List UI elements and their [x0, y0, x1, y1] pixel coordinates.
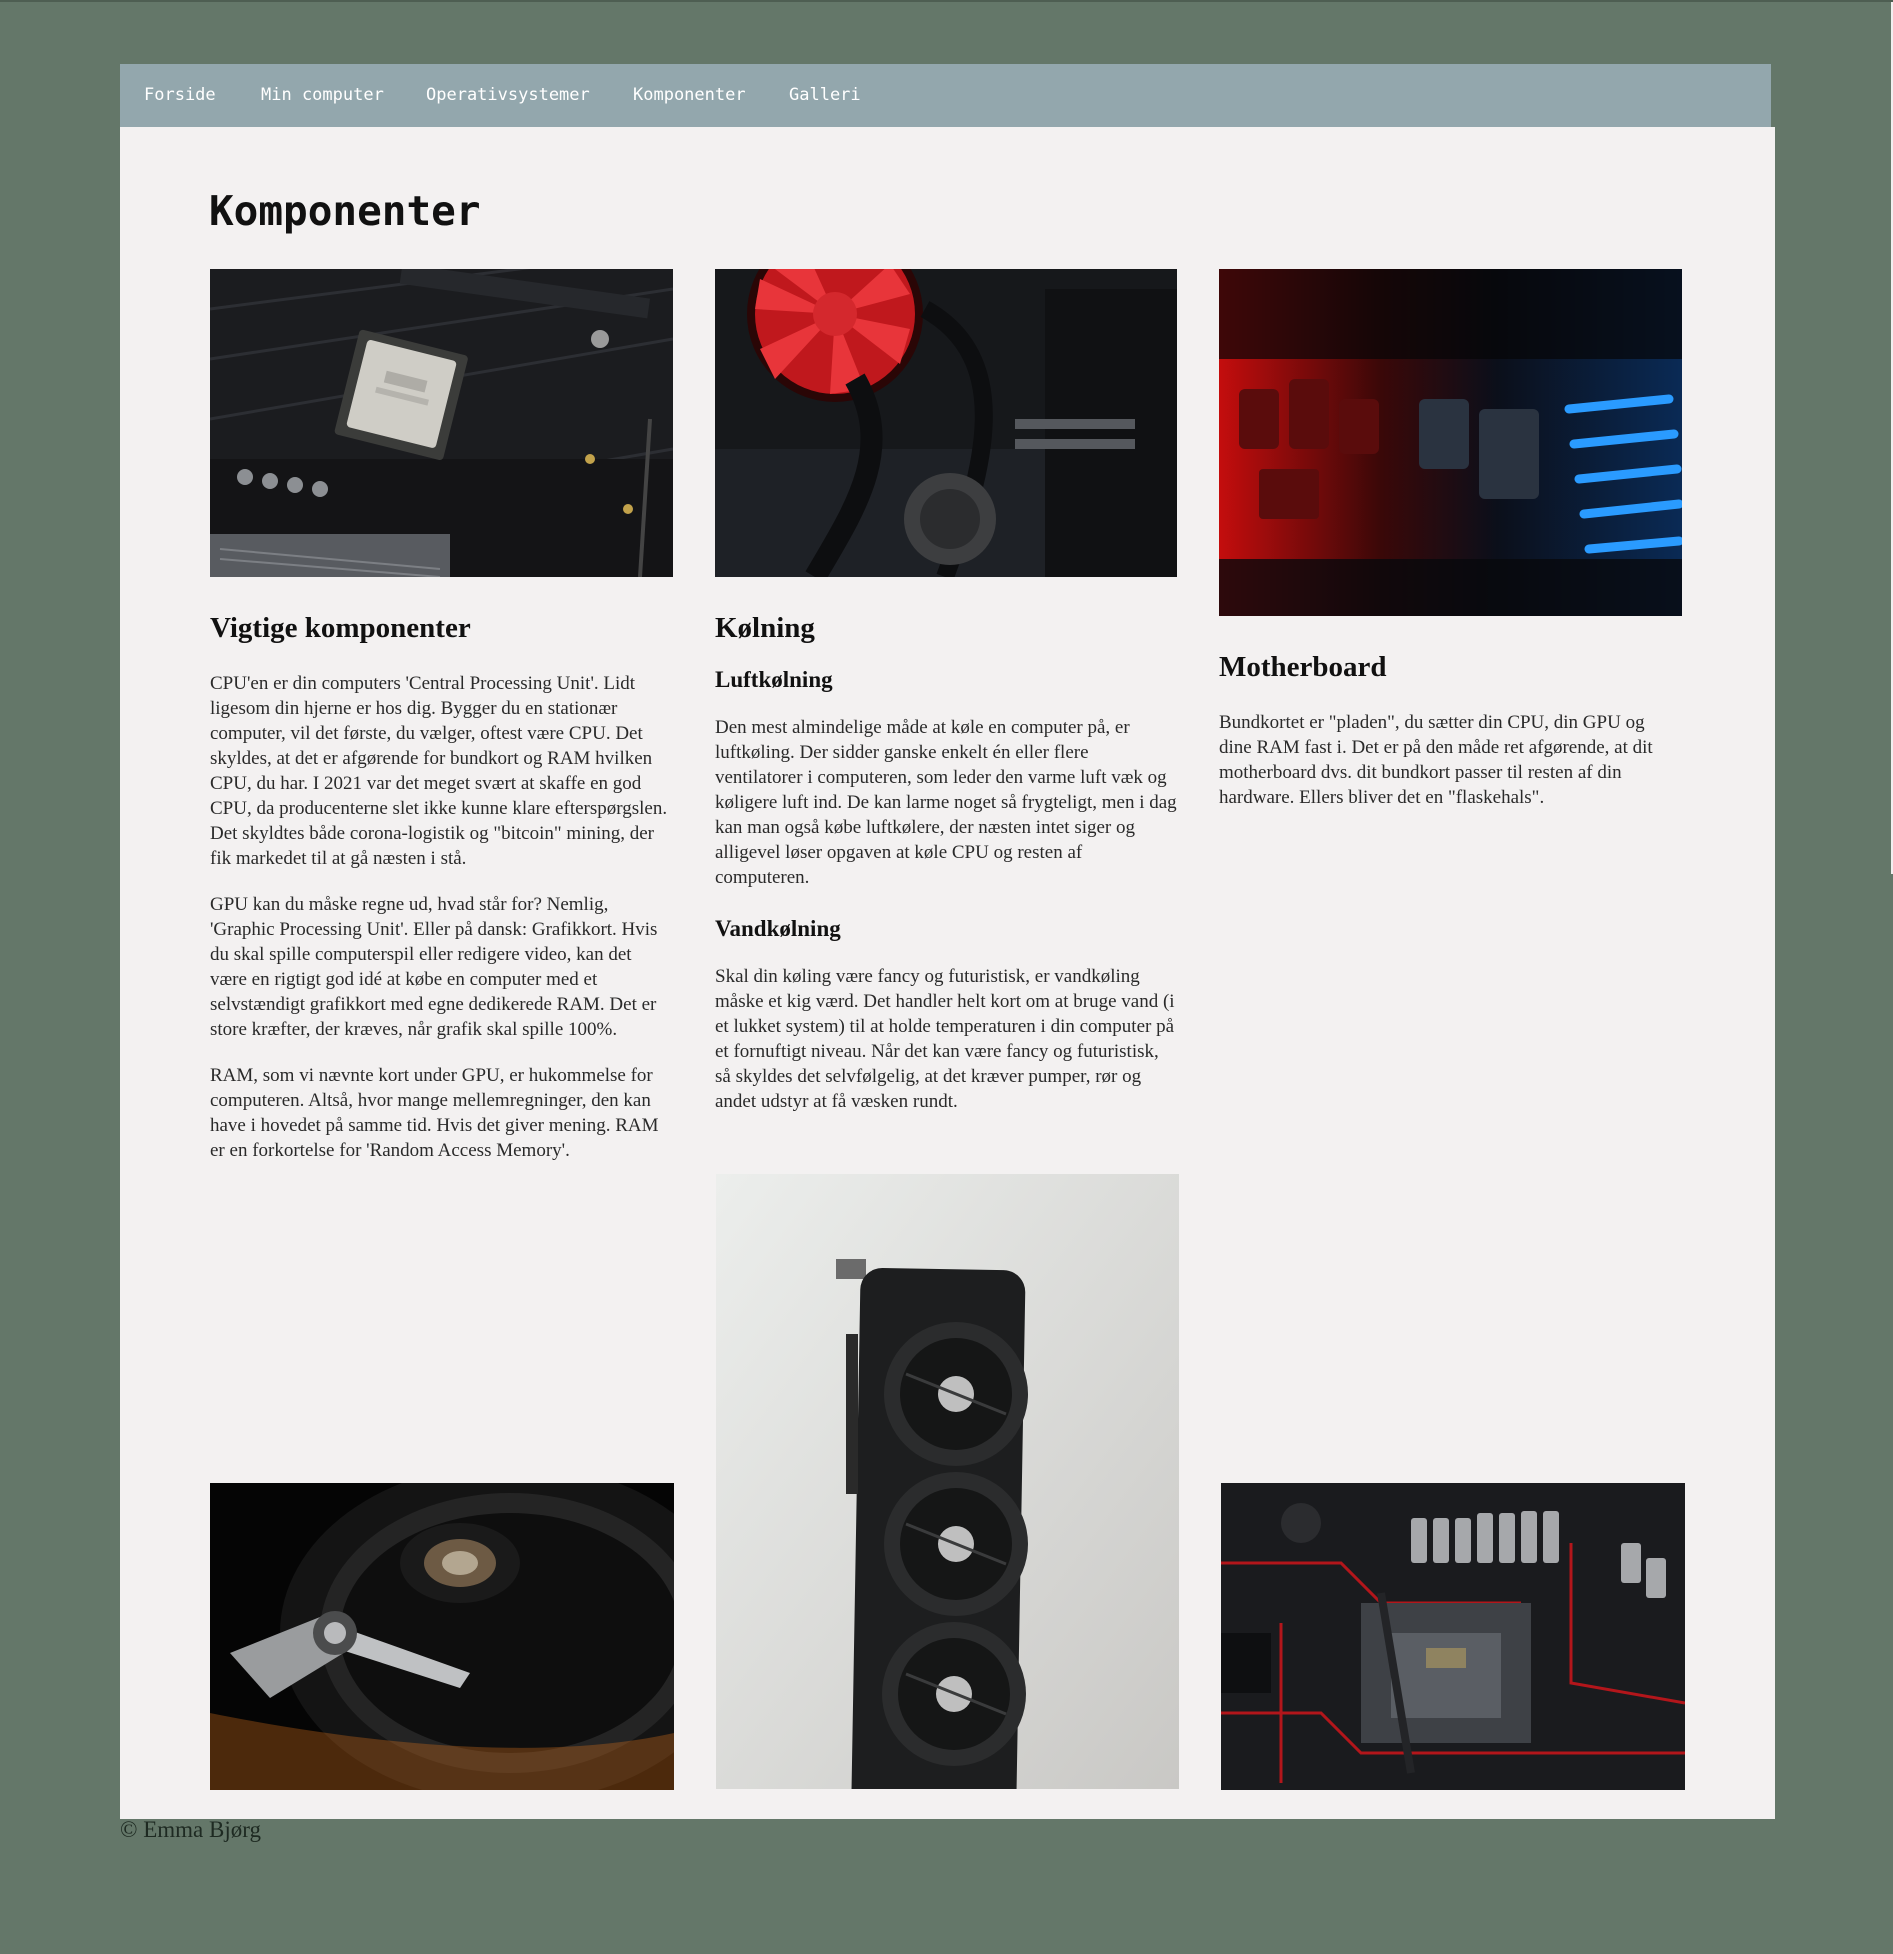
cpu-socket-photo: [1221, 1483, 1685, 1790]
paragraph-gpu: GPU kan du måske regne ud, hvad står for…: [210, 894, 658, 1040]
subheading-luftkolning: Luftkølning: [715, 667, 833, 692]
column-motherboard: Motherboard Bundkortet er "pladen", du s…: [1219, 651, 1681, 810]
cooling-fan-photo: [715, 269, 1177, 577]
paragraph-vandkolning: Skal din køling være fancy og futuristis…: [715, 966, 1175, 1112]
motherboard-photo: [1219, 269, 1682, 616]
main-nav: Forside Min computer Operativsystemer Ko…: [120, 64, 1771, 127]
hard-drive-photo: [210, 1483, 674, 1790]
paragraph-cpu: CPU'en er din computers 'Central Process…: [210, 673, 668, 869]
nav-item-galleri[interactable]: Galleri: [789, 64, 861, 127]
column-vigtige: Vigtige komponenter CPU'en er din comput…: [210, 612, 672, 1163]
page-title: Komponenter: [209, 187, 481, 235]
nav-item-komponenter[interactable]: Komponenter: [633, 64, 746, 127]
column-kolning: Kølning Luftkølning Den mest almindelige…: [715, 612, 1177, 1114]
paragraph-motherboard: Bundkortet er "pladen", du sætter din CP…: [1219, 712, 1653, 808]
main-content: Komponenter Vigtige komponenter CPU'en e…: [120, 127, 1775, 1819]
graphics-card-photo: [716, 1174, 1179, 1789]
cpu-photo: [210, 269, 673, 577]
section-heading-kolning: Kølning: [715, 612, 815, 644]
nav-item-operativsystemer[interactable]: Operativsystemer: [426, 64, 590, 127]
paragraph-luftkolning: Den mest almindelige måde at køle en com…: [715, 717, 1177, 888]
top-border: [0, 0, 1893, 2]
nav-item-forside[interactable]: Forside: [144, 64, 216, 127]
section-heading-motherboard: Motherboard: [1219, 651, 1387, 683]
subheading-vandkolning: Vandkølning: [715, 916, 841, 941]
paragraph-ram: RAM, som vi nævnte kort under GPU, er hu…: [210, 1065, 659, 1161]
nav-item-min-computer[interactable]: Min computer: [261, 64, 384, 127]
footer-copyright: © Emma Bjørg: [120, 1817, 261, 1842]
section-heading-vigtige: Vigtige komponenter: [210, 612, 471, 644]
